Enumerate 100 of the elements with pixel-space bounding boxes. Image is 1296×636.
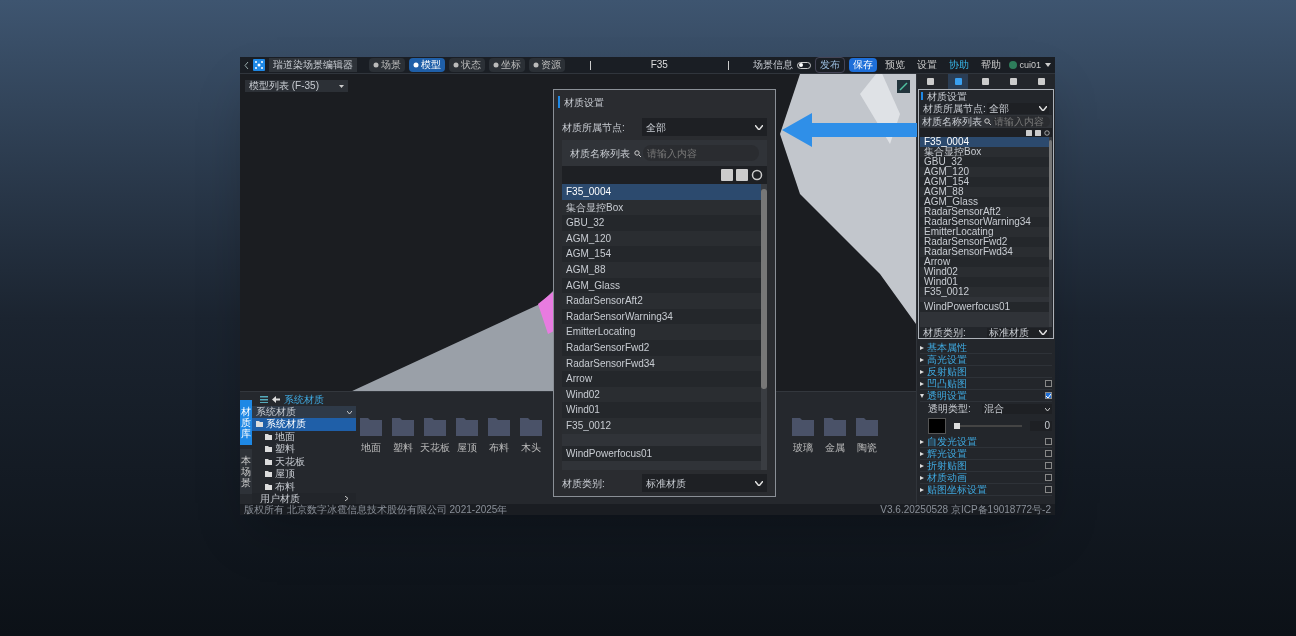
folder-icon xyxy=(824,418,846,436)
toolbar-button[interactable]: 预览 xyxy=(881,58,910,72)
section-header[interactable]: 折射贴图 xyxy=(920,460,1052,472)
tree-item[interactable]: 塑料 xyxy=(252,443,356,456)
material-item[interactable]: RadarSensorFwd34 xyxy=(920,247,1049,257)
material-item[interactable]: WindPowerfocus01 xyxy=(562,445,761,462)
toolbar-tab[interactable]: 坐标 xyxy=(489,58,525,72)
type-dropdown[interactable]: 标准材质 xyxy=(987,327,1049,338)
material-item[interactable]: RadarSensorWarning34 xyxy=(920,217,1049,227)
material-item[interactable]: RadarSensorAft2 xyxy=(562,293,761,309)
material-item[interactable]: Wind01 xyxy=(562,402,761,418)
blend-dropdown[interactable]: 混合 xyxy=(982,404,1052,414)
search-icon xyxy=(984,118,991,125)
user-menu[interactable]: cui01 xyxy=(1009,60,1041,70)
toolbar-tab[interactable]: 模型 xyxy=(409,58,445,72)
breadcrumb-link[interactable]: 系统材质 xyxy=(284,391,324,407)
dot-icon xyxy=(453,62,459,68)
folder-label: 地面 xyxy=(361,441,381,455)
material-item[interactable]: Wind02 xyxy=(920,267,1049,277)
node-dropdown[interactable]: 全部 xyxy=(642,118,767,136)
folder-label: 金属 xyxy=(825,441,845,455)
field-label: 材质类别: xyxy=(923,326,966,340)
number-field[interactable]: 0 xyxy=(1030,421,1052,431)
checkbox[interactable] xyxy=(1045,380,1052,387)
toolbar-tab[interactable]: 场景 xyxy=(369,58,405,72)
tree-item[interactable]: 地面 xyxy=(252,430,356,443)
material-item[interactable]: WindPowerfocus01 xyxy=(920,302,1049,312)
category-dropdown[interactable]: 系统材质 xyxy=(252,406,356,418)
toolbar-button[interactable]: 保存 xyxy=(849,58,878,72)
search-field[interactable]: 请输入内容 xyxy=(993,116,1050,127)
material-item[interactable]: EmitterLocating xyxy=(920,227,1049,237)
tree-item[interactable]: 屋顶 xyxy=(252,468,356,481)
material-item[interactable]: AGM_154 xyxy=(562,246,761,262)
section-header[interactable]: 自发光设置 xyxy=(920,436,1052,448)
toolbar-tab[interactable]: 资源 xyxy=(529,58,565,72)
section-header[interactable]: 凹凸贴图 xyxy=(920,378,1052,390)
material-item[interactable]: F35_0004 xyxy=(920,137,1049,147)
color-swatch[interactable] xyxy=(928,418,946,434)
dot-icon xyxy=(413,62,419,68)
section-header[interactable]: 材质动画 xyxy=(920,472,1052,484)
toolbar-button[interactable]: 协助 xyxy=(945,58,974,72)
scrollbar-thumb[interactable] xyxy=(1049,140,1052,260)
checkbox[interactable] xyxy=(1045,486,1052,493)
checkbox[interactable] xyxy=(1045,474,1052,481)
material-item[interactable]: EmitterLocating xyxy=(562,324,761,340)
material-item[interactable]: Wind01 xyxy=(920,277,1049,287)
search-icon xyxy=(634,149,641,157)
material-item[interactable]: AGM_Glass xyxy=(920,197,1049,207)
material-item[interactable]: 集合显控Box xyxy=(920,147,1049,157)
chevron-icon xyxy=(347,410,352,414)
folder-icon xyxy=(792,418,814,436)
material-item[interactable]: Arrow xyxy=(920,257,1049,267)
section-header[interactable]: 贴图坐标设置 xyxy=(920,484,1052,496)
toggle-label: 场景信息 xyxy=(753,60,794,70)
section-header[interactable]: 辉光设置 xyxy=(920,448,1052,460)
toolbar-tab[interactable]: 状态 xyxy=(449,58,485,72)
panel-title: 材质设置 xyxy=(927,89,967,103)
type-dropdown[interactable]: 标准材质 xyxy=(642,474,767,492)
tree-item[interactable]: 系统材质 xyxy=(252,418,356,431)
material-item[interactable]: F35_0012 xyxy=(920,287,1049,297)
section-header[interactable]: 基本属性 xyxy=(920,342,1052,354)
tree-item[interactable]: 布料 xyxy=(252,480,356,493)
material-item[interactable]: GBU_32 xyxy=(920,157,1049,167)
panel-icon xyxy=(927,78,935,85)
material-item[interactable]: AGM_120 xyxy=(920,167,1049,177)
copyright-text: 版权所有 北京数字冰雹信息技术股份有限公司 2021-2025年 xyxy=(244,504,508,515)
material-item[interactable]: F35_0004 xyxy=(562,184,761,200)
toolbar-button[interactable]: 发布 xyxy=(815,57,846,73)
side-tab[interactable]: 材质库 xyxy=(240,400,252,445)
dot-icon xyxy=(373,62,379,68)
checkbox[interactable] xyxy=(1045,462,1052,469)
side-tab[interactable]: 本场景 xyxy=(240,449,252,494)
checkbox[interactable] xyxy=(1045,392,1052,399)
material-item[interactable]: AGM_154 xyxy=(920,177,1049,187)
material-item[interactable]: RadarSensorFwd2 xyxy=(920,237,1049,247)
section-header[interactable]: 透明设置 xyxy=(920,390,1052,402)
model-list-dropdown[interactable]: 模型列表 (F-35) xyxy=(245,80,348,92)
slider-thumb[interactable] xyxy=(954,423,960,429)
tree-item[interactable]: 天花板 xyxy=(252,455,356,468)
arrow-icon xyxy=(782,113,917,147)
section-header[interactable]: 高光设置 xyxy=(920,354,1052,366)
dot-icon xyxy=(533,62,539,68)
folder-icon xyxy=(520,418,542,436)
material-item[interactable]: Arrow xyxy=(562,371,761,387)
toolbar-button[interactable]: 设置 xyxy=(913,58,942,72)
material-item[interactable]: AGM_88 xyxy=(920,187,1049,197)
field-label: 材质名称列表 xyxy=(922,115,982,129)
toolbar-button[interactable]: 帮助 xyxy=(977,58,1006,72)
panel-icon xyxy=(982,78,990,85)
search-field[interactable]: 请输入内容 xyxy=(643,145,759,161)
chevron-icon xyxy=(1045,407,1050,411)
node-dropdown[interactable]: 全部 xyxy=(987,103,1049,114)
panel-tab[interactable] xyxy=(948,74,969,89)
scrollbar-thumb[interactable] xyxy=(761,189,767,389)
material-item[interactable]: RadarSensorAft2 xyxy=(920,207,1049,217)
checkbox[interactable] xyxy=(1045,438,1052,445)
section-header[interactable]: 反射贴图 xyxy=(920,366,1052,378)
checkbox[interactable] xyxy=(1045,450,1052,457)
logo-icon xyxy=(253,59,265,71)
material-item[interactable]: GBU_32 xyxy=(562,215,761,231)
